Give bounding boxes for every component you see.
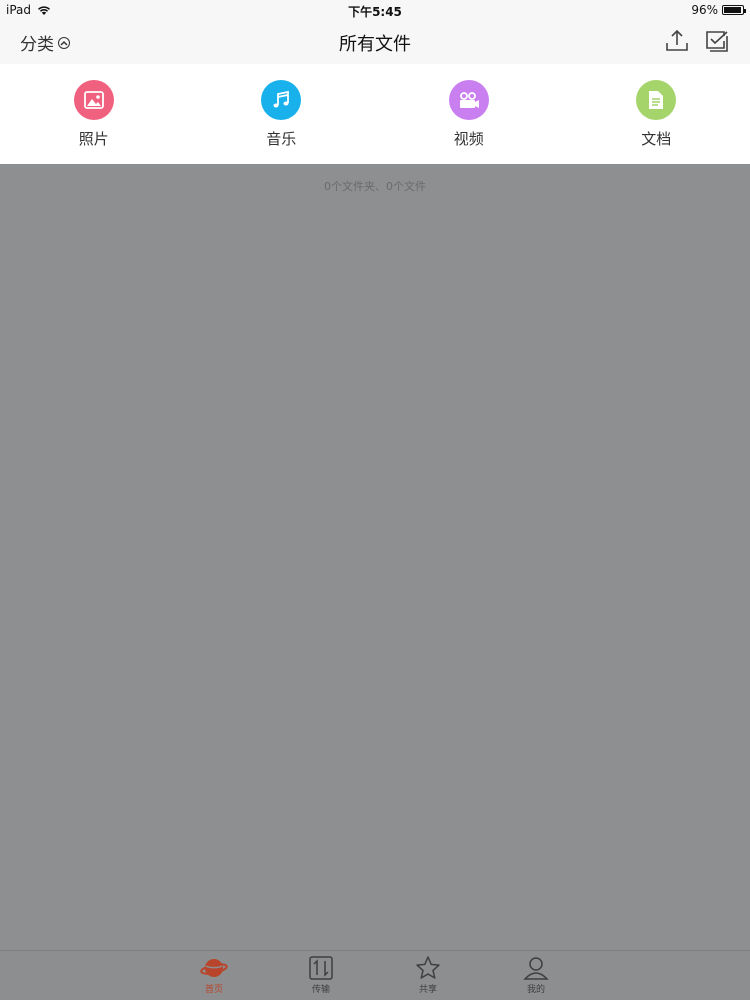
- tab-bar: 首页 传输 共享 我的: [0, 950, 750, 1000]
- status-bar: iPad 下午5:45 96%: [0, 0, 750, 20]
- category-document[interactable]: 文档: [563, 64, 750, 164]
- music-icon: [261, 80, 302, 120]
- category-photo-label: 照片: [78, 130, 109, 148]
- video-icon: [448, 80, 489, 120]
- battery-icon: [722, 5, 746, 15]
- document-icon: [636, 80, 677, 120]
- multi-select-icon[interactable]: [704, 28, 730, 54]
- tab-share[interactable]: 共享: [398, 955, 458, 995]
- category-video-label: 视频: [453, 130, 484, 148]
- person-icon: [523, 957, 549, 980]
- category-photo[interactable]: 照片: [0, 64, 188, 164]
- file-count-summary: 0个文件夹、0个文件: [324, 180, 426, 193]
- tab-profile-label: 我的: [526, 985, 545, 995]
- tab-share-label: 共享: [418, 985, 437, 995]
- battery-percent: 96%: [691, 3, 718, 17]
- category-music[interactable]: 音乐: [188, 64, 376, 164]
- upload-icon[interactable]: [664, 28, 690, 54]
- star-icon: [416, 956, 440, 979]
- page-title: 所有文件: [339, 34, 411, 55]
- nav-actions: [664, 28, 730, 54]
- status-right: 96%: [691, 3, 746, 17]
- category-document-label: 文档: [641, 130, 672, 148]
- category-bar: 照片 音乐 视频 文档: [0, 64, 750, 164]
- planet-icon: [200, 959, 228, 977]
- file-list-area: 0个文件夹、0个文件: [0, 164, 750, 950]
- tab-home-label: 首页: [204, 985, 223, 995]
- nav-bar: 分类 所有文件: [0, 20, 750, 64]
- tab-transfer[interactable]: 传输: [291, 955, 351, 995]
- category-video[interactable]: 视频: [375, 64, 563, 164]
- tab-transfer-label: 传输: [311, 985, 330, 995]
- photo-icon: [73, 80, 114, 120]
- status-time: 下午5:45: [348, 5, 402, 19]
- category-music-label: 音乐: [266, 130, 297, 148]
- transfer-icon: [309, 956, 333, 980]
- tab-home[interactable]: 首页: [184, 955, 244, 995]
- tab-profile[interactable]: 我的: [506, 955, 566, 995]
